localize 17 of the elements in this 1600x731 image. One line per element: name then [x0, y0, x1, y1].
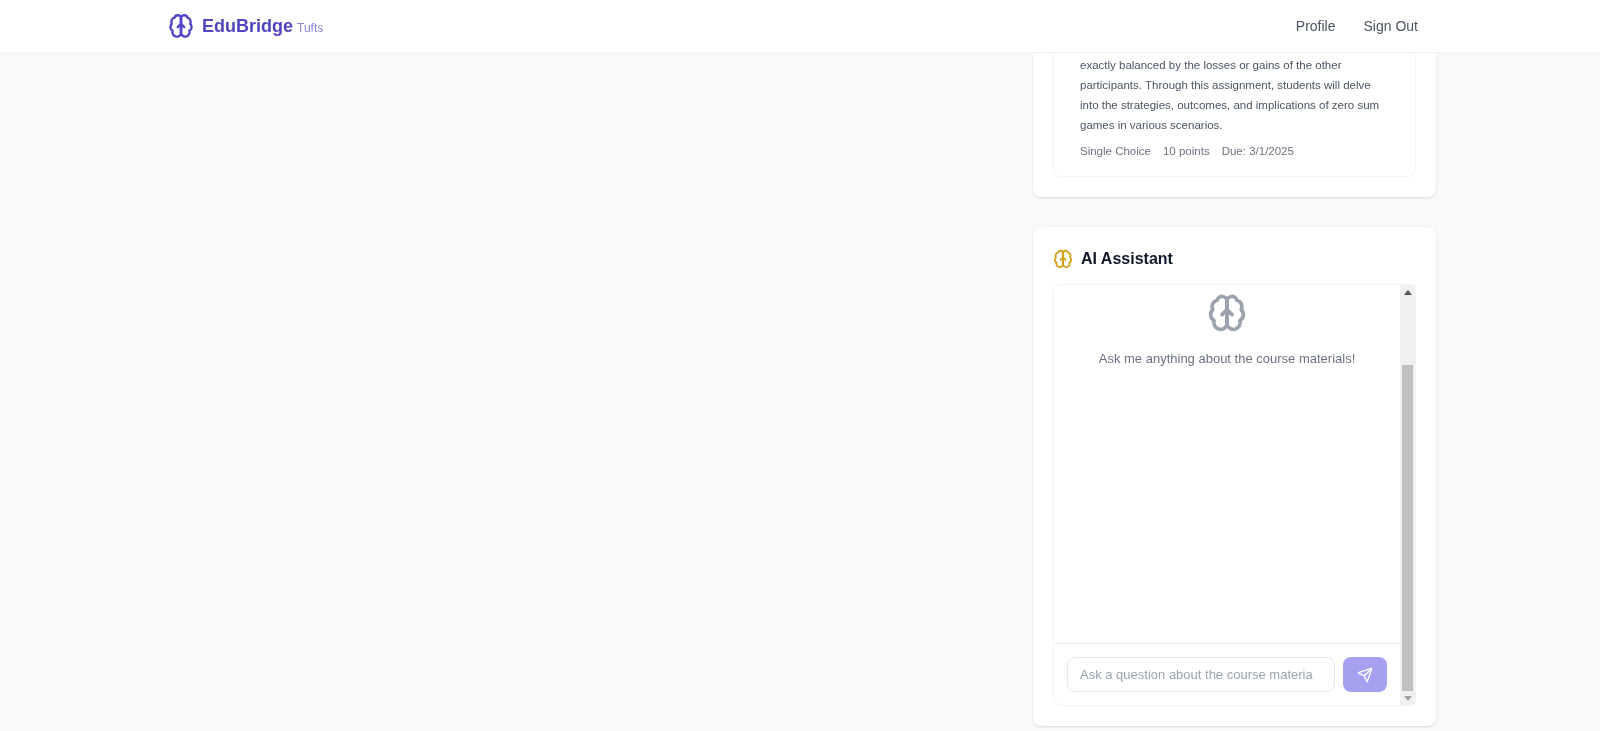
scrollbar[interactable]	[1400, 285, 1415, 706]
brain-icon	[1053, 249, 1073, 270]
send-button[interactable]	[1343, 657, 1387, 693]
brand-name: EduBridge	[202, 14, 293, 38]
nav-link[interactable]: Sign Out	[1363, 15, 1418, 37]
brain-icon	[1207, 293, 1247, 334]
question-input[interactable]: Ask a question about the course materia	[1067, 657, 1335, 693]
school-name: Tufts	[297, 20, 324, 37]
send-icon	[1357, 666, 1373, 683]
empty-message: Ask me anything about the course materials!	[1098, 350, 1356, 369]
due-date: Due: 3/1/2025	[1221, 144, 1294, 159]
brain-logo-icon	[168, 13, 194, 39]
nav-link[interactable]: Profile	[1295, 15, 1336, 37]
question-type: Single Choice	[1080, 144, 1151, 159]
assistant-title: AI Assistant	[1081, 249, 1173, 270]
points: 10 points	[1162, 144, 1210, 159]
assignment-description: exactly balanced by the losses or gains of the other participants. Through this assignment, students will delve into the strategies, outcomes, and implications of zero sum games in various scenarios.	[1080, 58, 1380, 133]
